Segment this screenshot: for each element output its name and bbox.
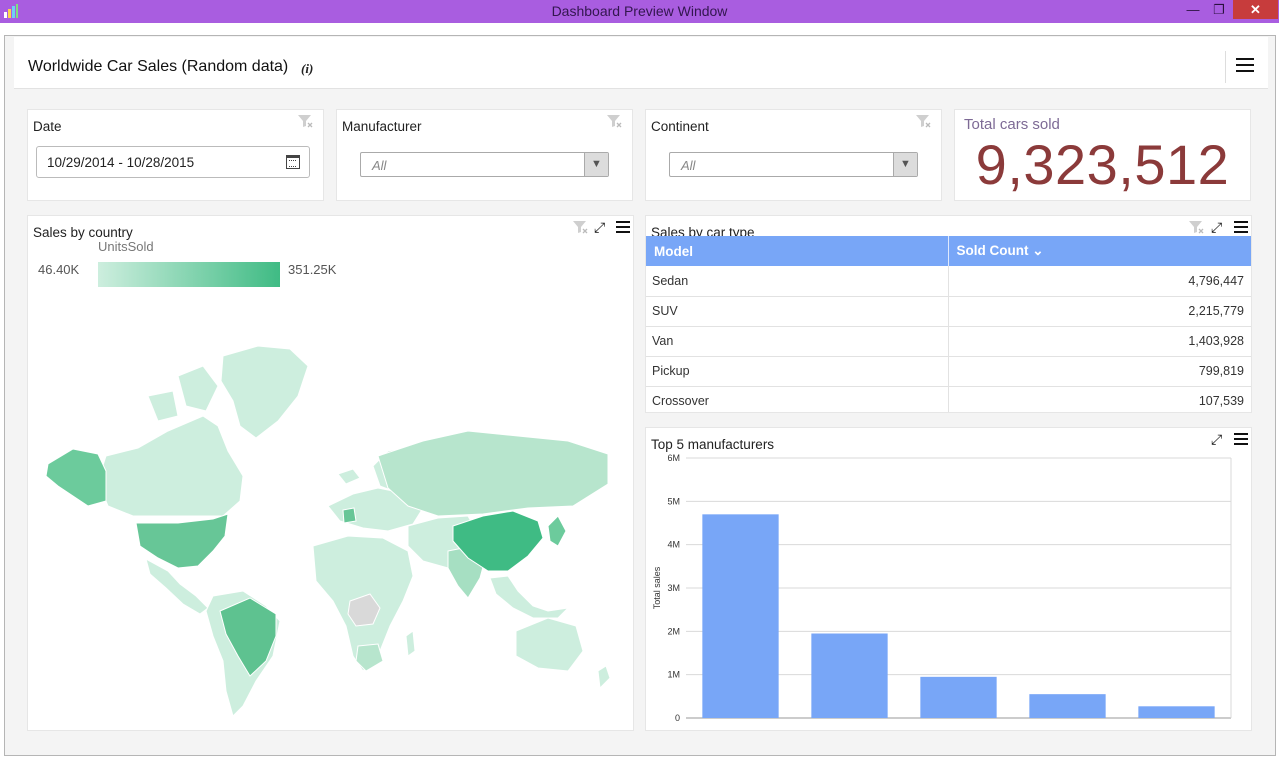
map-region-greenland: [220, 345, 309, 439]
manufacturer-filter-panel: Manufacturer All ▼: [336, 109, 633, 201]
clear-filter-icon[interactable]: [1188, 220, 1204, 234]
y-tick-label: 1M: [667, 670, 680, 680]
count-cell: 4,796,447: [947, 266, 1251, 297]
map-region-usa: [135, 513, 229, 569]
table-row[interactable]: Pickup 799,819: [646, 356, 1251, 387]
y-tick-label: 5M: [667, 496, 680, 506]
expand-icon[interactable]: ⤢: [1211, 220, 1225, 234]
map-region-new-zealand: [597, 665, 611, 690]
clear-filter-icon[interactable]: [297, 114, 313, 128]
date-filter-label: Date: [33, 119, 62, 134]
continent-select[interactable]: All ▼: [669, 152, 918, 177]
info-icon[interactable]: (i): [301, 61, 313, 77]
table-row[interactable]: Van 1,403,928: [646, 326, 1251, 357]
date-filter-panel: Date 10/29/2014 - 10/28/2015: [27, 109, 324, 201]
model-cell: Pickup: [646, 356, 948, 387]
panel-menu-icon[interactable]: [1234, 221, 1248, 236]
continent-filter-label: Continent: [651, 119, 709, 134]
chevron-down-icon[interactable]: ▼: [893, 153, 917, 176]
bar[interactable]: [1029, 694, 1106, 718]
date-range-value: 10/29/2014 - 10/28/2015: [47, 155, 195, 170]
clear-filter-icon[interactable]: [915, 114, 931, 128]
y-tick-label: 2M: [667, 626, 680, 636]
bar[interactable]: [811, 633, 888, 719]
dashboard-title: Worldwide Car Sales (Random data): [28, 58, 289, 75]
count-cell: 107,539: [947, 386, 1251, 412]
clear-filter-icon[interactable]: [606, 114, 622, 128]
header-divider: [1225, 51, 1226, 83]
model-cell: Van: [646, 326, 948, 357]
date-range-input[interactable]: 10/29/2014 - 10/28/2015: [36, 146, 310, 178]
car-type-table: Model Sold Count ⌄ Sedan 4,796,447 SUV 2,2…: [646, 236, 1251, 412]
restore-button[interactable]: ❐: [1206, 0, 1232, 21]
sales-by-car-type-panel: Sales by car type ⤢ Model Sold Count ⌄ S…: [645, 215, 1252, 413]
dashboard-menu-icon[interactable]: [1236, 58, 1254, 74]
window-title-bar[interactable]: Dashboard Preview Window — ❐ ✕: [0, 0, 1279, 23]
bar[interactable]: [920, 676, 997, 718]
top-manufacturers-panel: Top 5 manufacturers ⤢ 0 1M 2M 3M 4M 5M 6M Total…: [645, 427, 1252, 731]
manufacturers-bar-chart[interactable]: 0 1M 2M 3M 4M 5M 6M Total sales: [646, 428, 1251, 730]
continent-filter-panel: Continent All ▼: [645, 109, 942, 201]
map-region-iceland: [337, 468, 361, 485]
y-tick-label: 4M: [667, 540, 680, 550]
column-header-sold-count[interactable]: Sold Count ⌄: [947, 236, 1251, 266]
count-cell: 1,403,928: [947, 326, 1251, 357]
model-cell: SUV: [646, 296, 948, 327]
chevron-down-icon[interactable]: ▼: [584, 153, 608, 176]
map-region-southeast-asia: [489, 575, 570, 619]
map-region-australia: [515, 617, 584, 672]
manufacturer-select[interactable]: All ▼: [360, 152, 609, 177]
model-cell: Sedan: [646, 266, 948, 297]
count-cell: 799,819: [947, 356, 1251, 387]
dashboard-header: Worldwide Car Sales (Random data) (i): [14, 37, 1268, 89]
column-header-model[interactable]: Model: [646, 236, 948, 266]
window-title: Dashboard Preview Window: [551, 3, 728, 19]
manufacturer-filter-label: Manufacturer: [342, 119, 422, 134]
count-cell: 2,215,779: [947, 296, 1251, 327]
map-region-alaska: [45, 448, 107, 507]
y-tick-label: 6M: [667, 453, 680, 463]
map-region-germany: [342, 507, 357, 524]
kpi-label: Total cars sold: [964, 116, 1060, 133]
model-cell: Crossover: [646, 386, 948, 412]
table-row[interactable]: Crossover 107,539: [646, 386, 1251, 412]
map-region-arctic-islands: [147, 365, 219, 422]
minimize-button[interactable]: —: [1180, 0, 1206, 21]
map-region-russia: [377, 430, 609, 517]
calendar-icon[interactable]: [286, 155, 300, 169]
world-map[interactable]: [28, 216, 633, 730]
y-tick-label: 0: [675, 713, 680, 723]
sales-by-country-panel: Sales by country ⤢ UnitsSold 46.40K 351.…: [27, 215, 634, 731]
y-axis-label: Total sales: [652, 566, 662, 609]
table-row[interactable]: Sedan 4,796,447: [646, 266, 1251, 297]
continent-select-value: All: [681, 158, 696, 173]
total-cars-kpi-panel: Total cars sold 9,323,512: [954, 109, 1251, 201]
sort-descending-icon[interactable]: ⌄: [1032, 243, 1043, 258]
table-row[interactable]: SUV 2,215,779: [646, 296, 1251, 327]
kpi-value: 9,323,512: [975, 133, 1230, 196]
close-button[interactable]: ✕: [1233, 0, 1278, 19]
bar[interactable]: [702, 514, 779, 718]
map-region-madagascar: [405, 630, 416, 657]
map-region-canada: [97, 415, 244, 517]
bar[interactable]: [1138, 706, 1215, 718]
y-tick-label: 3M: [667, 583, 680, 593]
manufacturer-select-value: All: [372, 158, 387, 173]
map-region-japan: [547, 515, 567, 547]
